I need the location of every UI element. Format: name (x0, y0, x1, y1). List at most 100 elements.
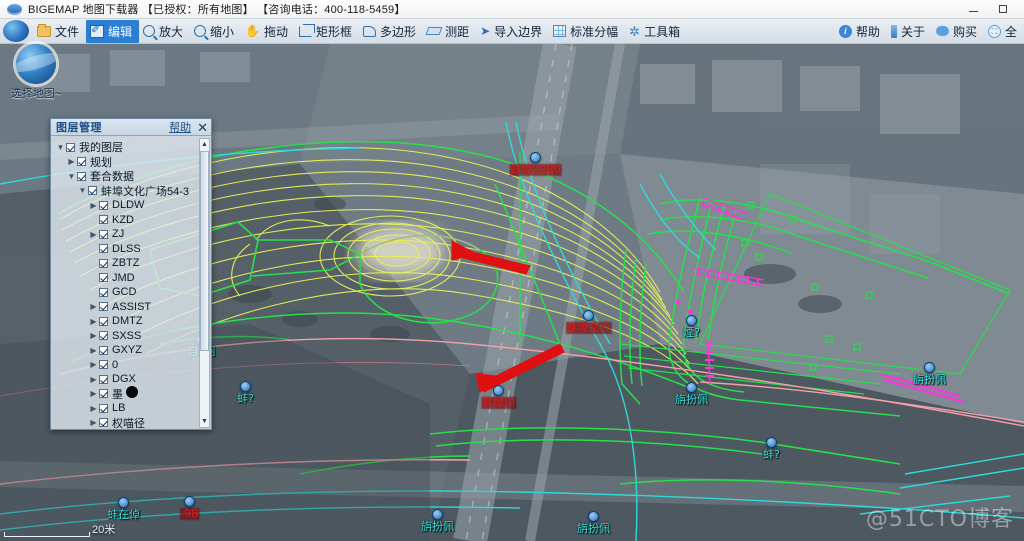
map-marker[interactable]: 蚌? (237, 381, 254, 405)
layer-tree-item[interactable]: KZD (51, 213, 211, 228)
layer-checkbox[interactable] (99, 229, 108, 239)
layer-checkbox[interactable] (99, 418, 108, 428)
twisty-collapsed-icon[interactable] (66, 157, 77, 166)
layer-tree-item[interactable]: 墨 (51, 385, 211, 402)
twisty-collapsed-icon[interactable] (88, 375, 99, 384)
toolbar-button-4[interactable]: ✋ 拖动 (241, 20, 295, 43)
map-picker-button[interactable]: 选择地图~ (6, 44, 66, 100)
layer-tree-item[interactable]: 规划 (51, 155, 211, 170)
layer-tree-item[interactable]: 套合数据 (51, 169, 211, 184)
layer-tree-item[interactable]: SXSS (51, 329, 211, 344)
map-marker[interactable]: 蚌埠22B0 (509, 152, 562, 176)
map-marker-dot-icon[interactable] (583, 310, 594, 321)
toolbar-right-button-1[interactable]: 关于 (887, 20, 932, 43)
toolbar-button-7[interactable]: 测距 (423, 20, 476, 43)
map-marker[interactable]: 蚌埠川 (481, 385, 516, 409)
layer-tree-item[interactable]: 权喵径 (51, 416, 211, 431)
map-marker[interactable]: 煙? (683, 315, 700, 339)
layer-tree-item[interactable]: DGX (51, 372, 211, 387)
layer-checkbox[interactable] (99, 258, 108, 268)
map-marker-dot-icon[interactable] (118, 497, 129, 508)
layer-tree-item[interactable]: ZBTZ (51, 256, 211, 271)
layer-tree-item[interactable]: 我的图层 (51, 140, 211, 155)
layer-checkbox[interactable] (99, 302, 108, 312)
layer-checkbox[interactable] (99, 374, 108, 384)
twisty-collapsed-icon[interactable] (88, 317, 99, 326)
twisty-collapsed-icon[interactable] (88, 389, 99, 398)
layer-tree-item[interactable]: 0 (51, 358, 211, 373)
map-marker[interactable]: 蚌埠文广 (565, 310, 612, 334)
layer-tree-item[interactable]: DLDW (51, 198, 211, 213)
layer-panel-help-link[interactable]: 帮助 (169, 119, 191, 135)
twisty-expanded-icon[interactable] (55, 143, 66, 152)
twisty-collapsed-icon[interactable] (88, 331, 99, 340)
layer-tree-item[interactable]: 蚌埠文化广场54-3 (51, 184, 211, 199)
map-marker-dot-icon[interactable] (686, 382, 697, 393)
layer-checkbox[interactable] (99, 389, 108, 399)
twisty-collapsed-icon[interactable] (88, 418, 99, 427)
twisty-collapsed-icon[interactable] (88, 230, 99, 239)
layer-tree-item[interactable]: GXYZ (51, 343, 211, 358)
maximize-button[interactable] (988, 1, 1018, 18)
toolbar-button-8[interactable]: ➤ 导入边界 (476, 20, 549, 43)
map-marker-dot-icon[interactable] (240, 381, 251, 392)
toolbar-right-button-0[interactable]: i 帮助 (835, 20, 887, 43)
toolbar-button-3[interactable]: 缩小 (190, 20, 241, 43)
layer-checkbox[interactable] (77, 171, 86, 181)
map-marker[interactable]: 旃扮佩 (913, 362, 946, 386)
scroll-up-icon[interactable]: ▲ (201, 139, 208, 150)
map-marker[interactable]: 蚌? (763, 437, 780, 461)
map-marker[interactable]: 旃扮佩 (421, 509, 454, 533)
layer-checkbox[interactable] (99, 287, 108, 297)
map-marker-dot-icon[interactable] (686, 315, 697, 326)
layer-checkbox[interactable] (99, 215, 108, 225)
twisty-collapsed-icon[interactable] (88, 201, 99, 210)
toolbar-button-10[interactable]: ✲ 工具箱 (625, 20, 687, 43)
layer-checkbox[interactable] (99, 200, 108, 210)
toolbar-right-button-2[interactable]: 购买 (932, 20, 984, 43)
toolbar-right-button-3[interactable]: ⛶ 全 (984, 20, 1024, 43)
layer-tree-item[interactable]: DLSS (51, 242, 211, 257)
twisty-expanded-icon[interactable] (66, 172, 77, 181)
layer-checkbox[interactable] (88, 186, 97, 196)
layer-checkbox[interactable] (99, 345, 108, 355)
layer-management-panel[interactable]: 图层管理 帮助 ✕ 我的图层规划套合数据蚌埠文化广场54-3DLDWKZDZJD… (50, 118, 212, 430)
map-marker-dot-icon[interactable] (766, 437, 777, 448)
layer-checkbox[interactable] (99, 316, 108, 326)
layer-tree-item[interactable]: GCD (51, 285, 211, 300)
toolbar-button-9[interactable]: 标准分幅 (549, 20, 625, 43)
twisty-collapsed-icon[interactable] (88, 404, 99, 413)
twisty-expanded-icon[interactable] (77, 186, 88, 195)
map-marker-dot-icon[interactable] (184, 496, 195, 507)
layer-checkbox[interactable] (99, 360, 108, 370)
layer-checkbox[interactable] (66, 142, 75, 152)
layer-tree-item[interactable]: LB (51, 401, 211, 416)
scroll-down-icon[interactable]: ▼ (201, 416, 208, 427)
layer-tree[interactable]: 我的图层规划套合数据蚌埠文化广场54-3DLDWKZD ZJDLSS ZBTZJMD… (51, 140, 211, 430)
map-marker[interactable]: -9B (179, 496, 200, 520)
toolbar-button-0[interactable]: 文件 (33, 20, 86, 43)
layer-checkbox[interactable] (99, 273, 108, 283)
layer-checkbox[interactable] (99, 403, 108, 413)
layer-tree-item[interactable]: ASSIST (51, 300, 211, 315)
toolbar-button-1[interactable]: 编辑 (86, 19, 140, 43)
map-marker-dot-icon[interactable] (530, 152, 541, 163)
close-icon[interactable]: ✕ (197, 121, 208, 134)
layer-panel-scrollbar[interactable]: ▲ ▼ (199, 138, 210, 428)
twisty-collapsed-icon[interactable] (88, 302, 99, 311)
layer-checkbox[interactable] (99, 331, 108, 341)
map-marker-dot-icon[interactable] (588, 511, 599, 522)
layer-checkbox[interactable] (99, 244, 108, 254)
scrollbar-thumb[interactable] (200, 151, 209, 351)
map-marker-dot-icon[interactable] (432, 509, 443, 520)
layer-checkbox[interactable] (77, 157, 86, 167)
map-marker[interactable]: 旃扮佩 (577, 511, 610, 535)
twisty-collapsed-icon[interactable] (88, 346, 99, 355)
map-marker[interactable]: 蚌在倬 (107, 497, 140, 521)
toolbar-button-6[interactable]: 多边形 (359, 20, 423, 43)
map-marker-dot-icon[interactable] (493, 385, 504, 396)
map-marker-dot-icon[interactable] (924, 362, 935, 373)
minimize-button[interactable] (958, 1, 988, 18)
layer-tree-item[interactable]: JMD (51, 271, 211, 286)
layer-tree-item[interactable]: DMTZ (51, 314, 211, 329)
